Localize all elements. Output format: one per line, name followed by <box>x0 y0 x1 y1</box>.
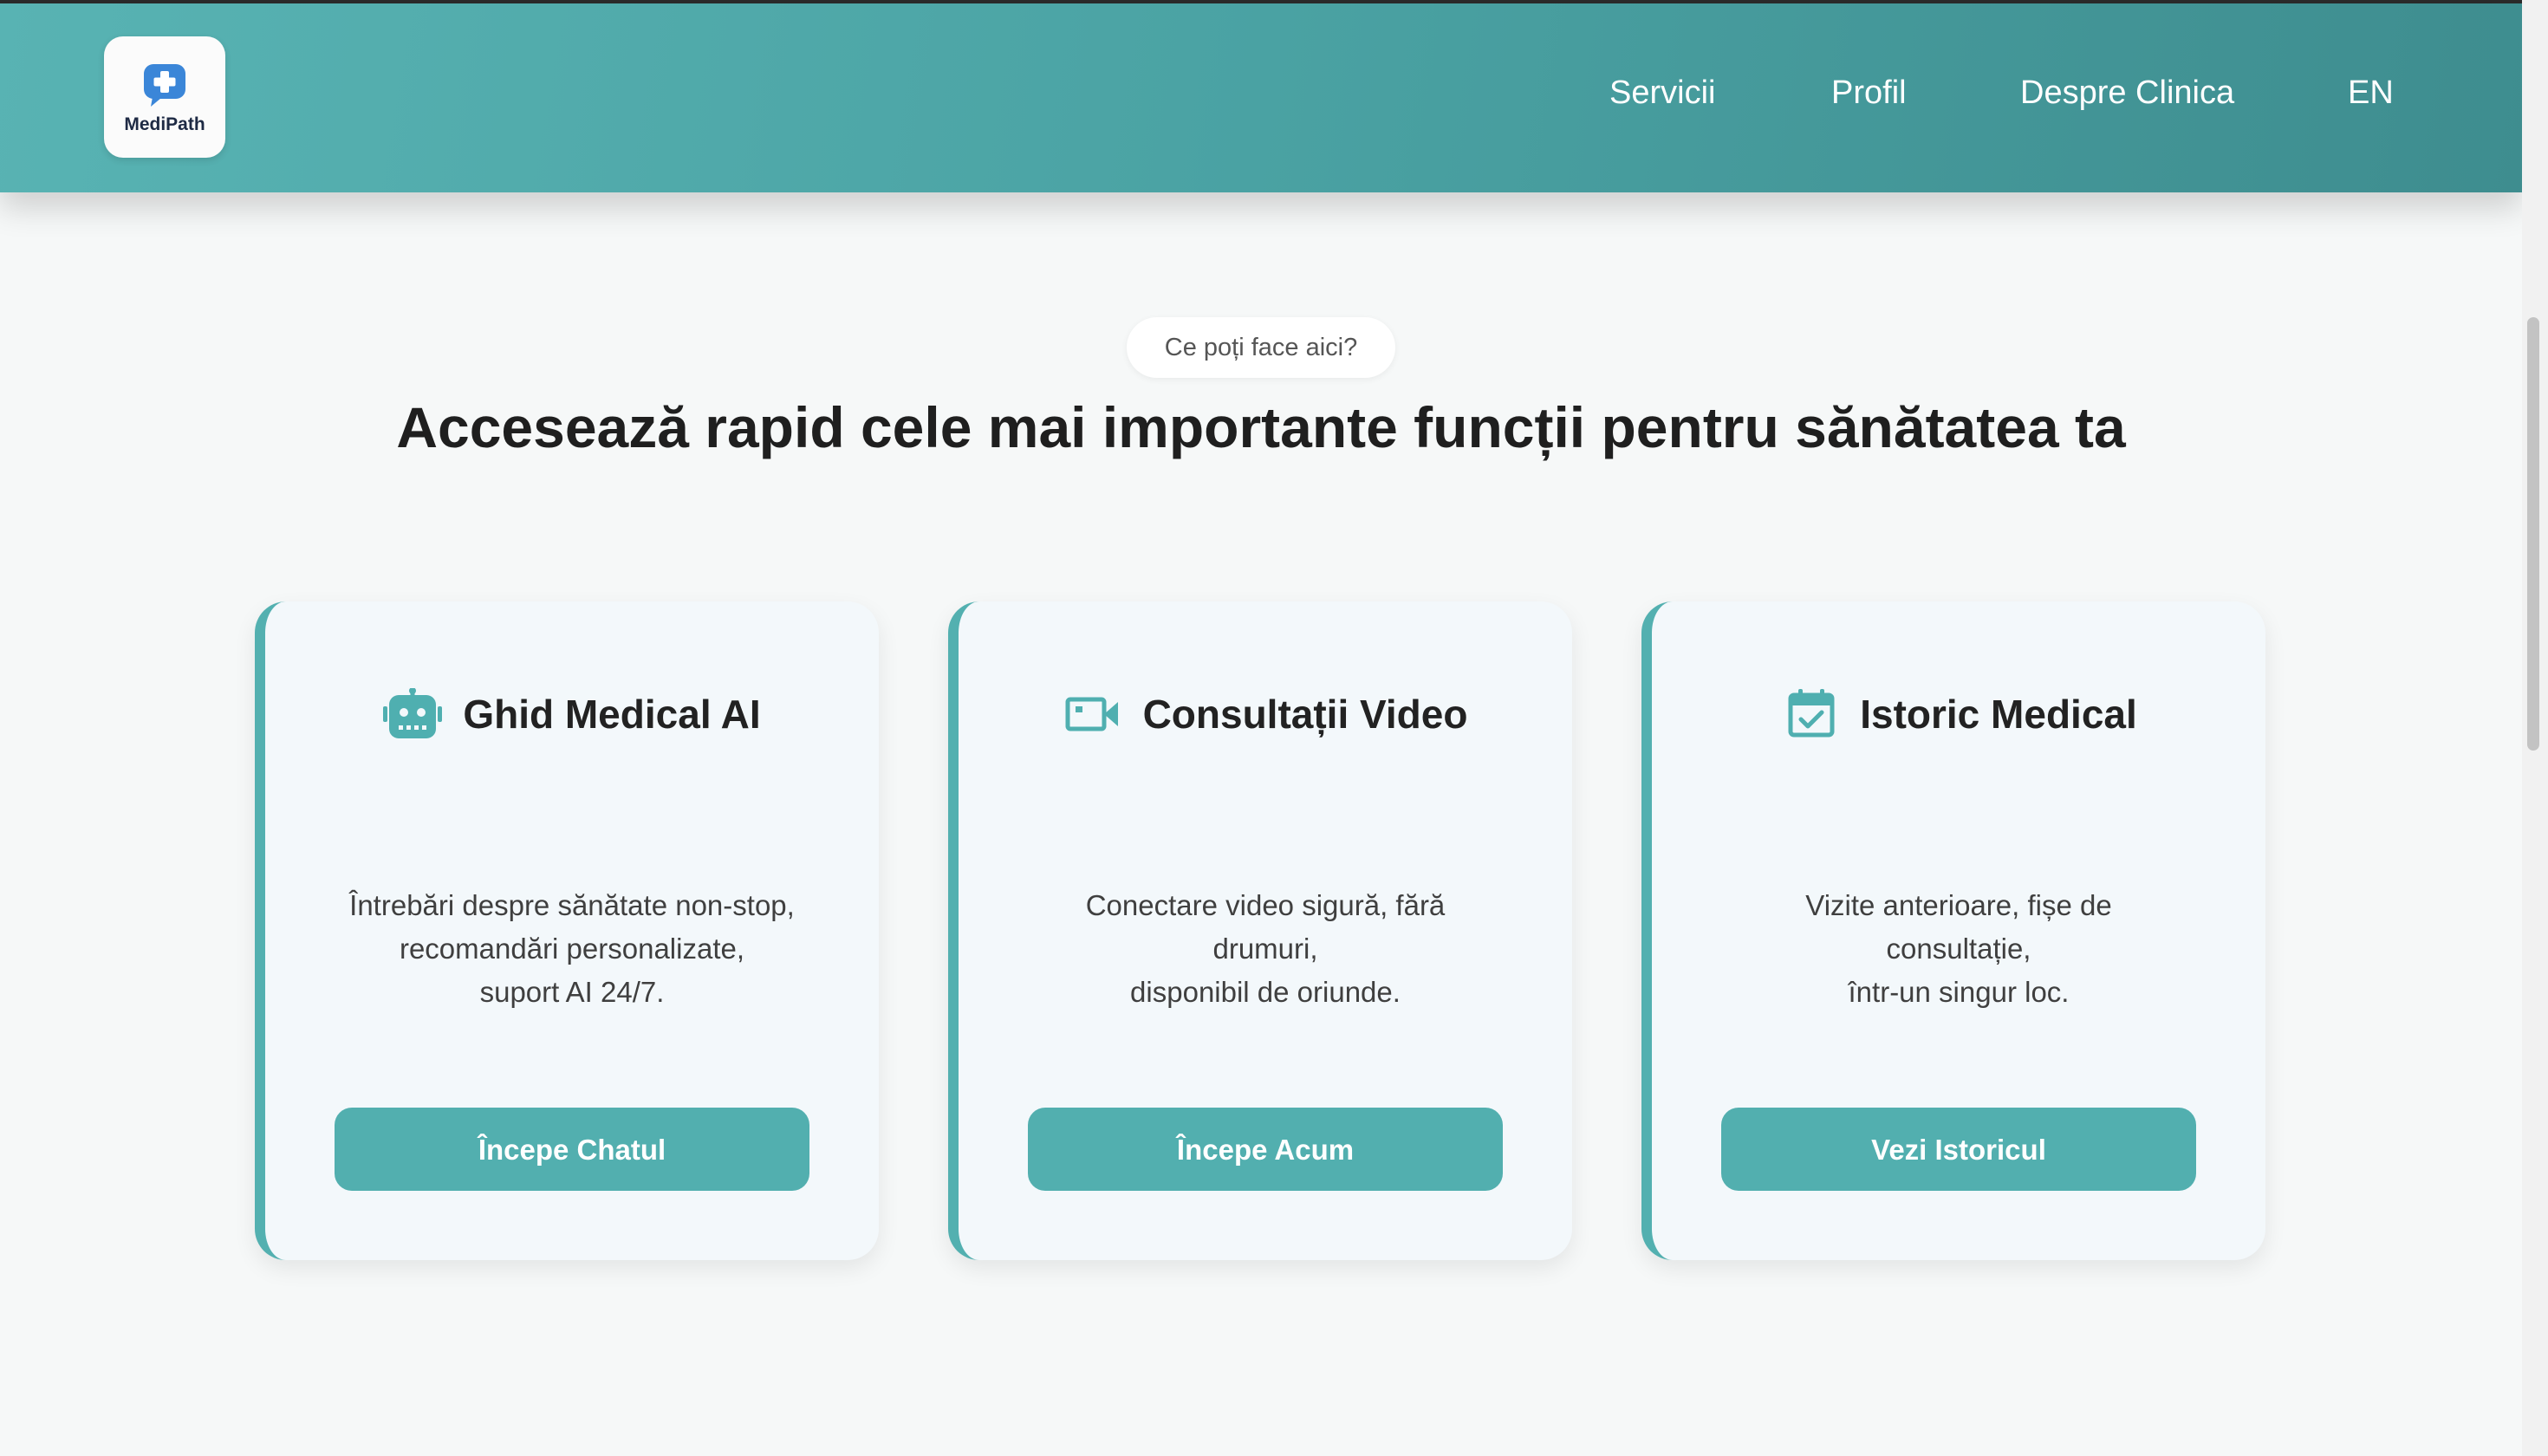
card-title: Consultații Video <box>1142 692 1468 737</box>
card-istoric-medical: Istoric Medical Vizite anterioare, fișe … <box>1641 601 2265 1260</box>
nav-language-en[interactable]: EN <box>2348 75 2394 112</box>
card-desc-line: Conectare video sigură, fără <box>1085 889 1446 921</box>
section-badge: Ce poți face aici? <box>1127 317 1395 378</box>
start-now-button[interactable]: Începe Acum <box>1028 1108 1503 1191</box>
nav-despre-clinica[interactable]: Despre Clinica <box>2020 75 2234 112</box>
calendar-check-icon <box>1788 689 1835 738</box>
nav-profil[interactable]: Profil <box>1831 75 1907 112</box>
card-desc-line: disponibil de oriunde. <box>1130 976 1401 1008</box>
card-desc-line: într-un singur loc. <box>1848 976 2070 1008</box>
logo-text: MediPath <box>124 114 205 134</box>
card-consultatii-video: Consultații Video Conectare video sigură… <box>948 601 1572 1260</box>
site-header: MediPath Servicii Profil Despre Clinica … <box>0 3 2522 192</box>
card-title: Ghid Medical AI <box>463 692 761 737</box>
nav-servicii[interactable]: Servicii <box>1609 75 1715 112</box>
card-title: Istoric Medical <box>1860 692 2137 737</box>
section-headline: Accesează rapid cele mai importante func… <box>396 395 2126 459</box>
card-desc-line: recomandări personalizate, <box>399 933 745 965</box>
card-description: Conectare video sigură, fără drumuri, di… <box>1011 884 1520 1014</box>
scrollbar-thumb[interactable] <box>2527 317 2539 751</box>
card-title-row: Istoric Medical <box>1652 688 2265 740</box>
card-title-row: Consultații Video <box>959 688 1572 740</box>
view-history-button[interactable]: Vezi Istoricul <box>1721 1108 2196 1191</box>
card-desc-line: drumuri, <box>1212 933 1318 965</box>
start-chat-button[interactable]: Începe Chatul <box>335 1108 809 1191</box>
card-description: Întrebări despre sănătate non-stop, reco… <box>317 884 827 1014</box>
medipath-logo[interactable]: MediPath <box>104 36 225 158</box>
card-desc-line: suport AI 24/7. <box>479 976 665 1008</box>
card-desc-line: Întrebări despre sănătate non-stop, <box>349 889 795 921</box>
robot-icon <box>383 688 443 738</box>
card-title-row: Ghid Medical AI <box>265 688 879 740</box>
card-desc-line: consultație, <box>1886 933 2031 965</box>
card-ghid-medical-ai: Ghid Medical AI Întrebări despre sănătat… <box>255 601 879 1260</box>
medical-chat-icon <box>144 64 185 107</box>
card-desc-line: Vizite anterioare, fișe de <box>1805 889 2112 921</box>
card-description: Vizite anterioare, fișe de consultație, … <box>1704 884 2213 1014</box>
video-camera-icon <box>1065 697 1118 731</box>
